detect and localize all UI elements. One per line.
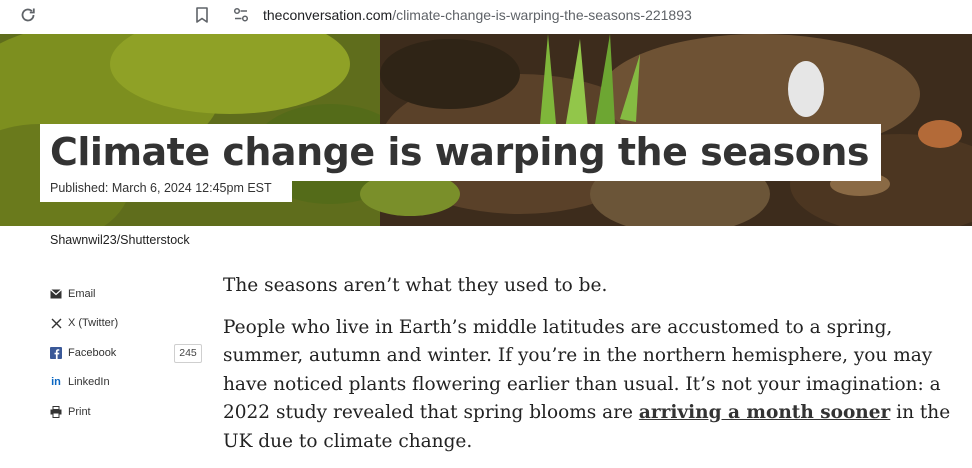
facebook-share-count: 245 <box>174 344 202 363</box>
printer-icon <box>50 405 62 418</box>
share-linkedin-label: LinkedIn <box>68 376 110 389</box>
published-date: Published: March 6, 2024 12:45pm EST <box>50 181 272 195</box>
share-email-label: Email <box>68 287 96 300</box>
share-facebook[interactable]: Facebook 245 <box>50 338 210 368</box>
article-body: The seasons aren’t what they used to be.… <box>223 272 968 468</box>
reload-icon[interactable] <box>18 5 38 25</box>
share-facebook-label: Facebook <box>68 346 117 359</box>
browser-toolbar: theconversation.com/climate-change-is-wa… <box>0 0 972 34</box>
paragraph-1: The seasons aren’t what they used to be. <box>223 275 608 296</box>
address-bar[interactable]: theconversation.com/climate-change-is-wa… <box>263 7 692 23</box>
image-credit: Shawnwil23/Shutterstock <box>50 233 190 247</box>
share-linkedin[interactable]: in LinkedIn <box>50 368 210 398</box>
url-path: /climate-change-is-warping-the-seasons-2… <box>392 7 692 23</box>
bookmark-icon[interactable] <box>194 5 210 25</box>
share-print-label: Print <box>68 405 91 418</box>
published-box: Published: March 6, 2024 12:45pm EST <box>40 176 292 202</box>
linkedin-icon: in <box>51 376 61 389</box>
url-host: theconversation.com <box>263 7 393 23</box>
tune-icon[interactable] <box>232 6 250 24</box>
facebook-icon <box>50 346 62 359</box>
envelope-icon <box>50 288 62 300</box>
paragraph-2: People who live in Earth’s middle latitu… <box>223 314 968 457</box>
share-email[interactable]: Email <box>50 279 210 309</box>
x-icon <box>50 317 62 329</box>
share-twitter[interactable]: X (Twitter) <box>50 309 210 339</box>
title-box: Climate change is warping the seasons <box>40 124 882 181</box>
share-print[interactable]: Print <box>50 397 210 427</box>
share-sidebar: Email X (Twitter) Facebook 245 in Linked… <box>50 279 210 427</box>
article-title: Climate change is warping the seasons <box>50 130 870 174</box>
share-twitter-label: X (Twitter) <box>68 317 119 330</box>
arriving-sooner-link[interactable]: arriving a month sooner <box>639 402 890 423</box>
